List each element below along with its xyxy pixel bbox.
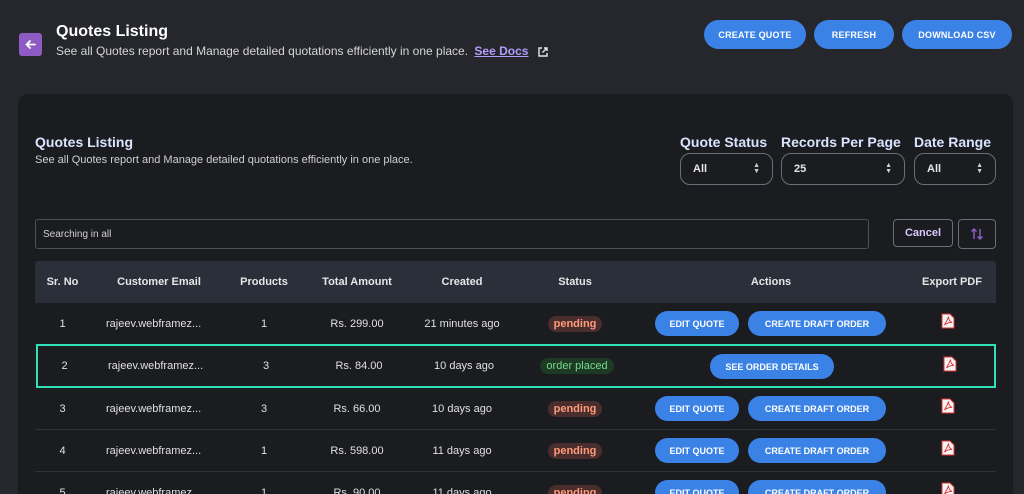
column-header[interactable]: Status (535, 261, 615, 303)
cell-amount: Rs. 84.00 (335, 360, 383, 372)
back-button[interactable] (19, 33, 42, 56)
table-row: 5 rajeev.webframez... 1 Rs. 90.00 11 day… (35, 472, 996, 494)
date-range-select[interactable]: All ▲ ▼ (914, 153, 996, 185)
section-title: Quotes Listing (35, 134, 133, 150)
status-badge: pending (547, 400, 603, 417)
cell-created: 10 days ago (432, 402, 492, 415)
date-range-label: Date Range (914, 134, 992, 150)
cell-email: rajeev.webframez... (106, 444, 202, 457)
cell-created: 11 days ago (432, 486, 492, 494)
cell-email: rajeev.webframez... (106, 317, 202, 330)
records-per-page-value: 25 (794, 163, 807, 175)
see-docs-link[interactable]: See Docs (474, 44, 528, 58)
edit-quote-button[interactable]: EDIT QUOTE (655, 438, 739, 463)
status-cell: order placed (527, 346, 627, 386)
status-cell: pending (525, 430, 625, 471)
section-subtitle: See all Quotes report and Manage detaile… (35, 154, 413, 166)
cell-created: 10 days ago (434, 360, 494, 372)
top-bar: Quotes Listing See all Quotes report and… (0, 0, 1024, 94)
table-header: Sr. No Customer Email Products Total Amo… (35, 261, 996, 303)
status-badge: pending (547, 442, 603, 459)
cell-sr-no: 3 (59, 402, 66, 415)
cell-created: 11 days ago (432, 444, 492, 457)
quote-status-select[interactable]: All ▲ ▼ (680, 153, 773, 185)
status-cell: pending (525, 303, 625, 344)
page-subtitle: See all Quotes report and Manage detaile… (56, 44, 549, 58)
records-per-page-label: Records Per Page (781, 134, 901, 150)
external-link-icon[interactable] (537, 46, 549, 58)
download-csv-button[interactable]: DOWNLOAD CSV (902, 20, 1012, 49)
pdf-icon[interactable] (941, 398, 955, 414)
page-title: Quotes Listing (56, 23, 168, 40)
see-order-details-button[interactable]: SEE ORDER DETAILS (710, 354, 834, 379)
cell-products: 1 (260, 486, 268, 494)
pdf-icon[interactable] (941, 482, 955, 494)
quotes-panel: Quotes Listing See all Quotes report and… (18, 94, 1013, 494)
table-row: 1 rajeev.webframez... 1 Rs. 299.00 21 mi… (35, 303, 996, 345)
arrow-left-icon (25, 40, 36, 49)
table-row: 3 rajeev.webframez... 3 Rs. 66.00 10 day… (35, 388, 996, 430)
status-badge: pending (547, 315, 603, 332)
edit-quote-button[interactable]: EDIT QUOTE (655, 311, 739, 336)
table-row: 4 rajeev.webframez... 1 Rs. 598.00 11 da… (35, 430, 996, 472)
select-arrows-icon: ▲ ▼ (885, 162, 892, 175)
create-draft-order-button[interactable]: CREATE DRAFT ORDER (748, 396, 886, 421)
column-header[interactable]: Total Amount (315, 261, 399, 303)
cell-sr-no: 2 (61, 360, 68, 372)
status-badge: order placed (540, 358, 614, 374)
cell-created: 21 minutes ago (424, 317, 500, 330)
column-header: Export PDF (922, 276, 982, 288)
cancel-button[interactable]: Cancel (893, 219, 953, 247)
column-header[interactable]: Products (233, 261, 295, 303)
search-input[interactable]: Searching in all (35, 219, 869, 249)
column-header[interactable]: Created (425, 261, 499, 303)
cell-products: 3 (260, 402, 268, 415)
status-cell: pending (525, 388, 625, 429)
cell-products: 3 (262, 360, 270, 372)
quote-status-value: All (693, 163, 708, 175)
date-range-value: All (927, 163, 942, 175)
edit-quote-button[interactable]: EDIT QUOTE (655, 396, 739, 421)
cell-products: 1 (260, 444, 268, 457)
create-draft-order-button[interactable]: CREATE DRAFT ORDER (748, 480, 886, 494)
select-arrows-icon: ▲ ▼ (976, 162, 983, 175)
create-draft-order-button[interactable]: CREATE DRAFT ORDER (748, 438, 886, 463)
table-row-highlighted: 2 rajeev.webframez... 3 Rs. 84.00 10 day… (36, 344, 996, 388)
status-cell: pending (525, 472, 625, 494)
cell-amount: Rs. 90.00 (333, 486, 381, 494)
status-badge: pending (547, 484, 603, 494)
create-quote-button[interactable]: CREATE QUOTE (704, 20, 806, 49)
column-header: Actions (750, 276, 792, 288)
edit-quote-button[interactable]: EDIT QUOTE (655, 480, 739, 494)
sort-icon (970, 227, 984, 241)
cell-sr-no: 1 (59, 317, 66, 330)
select-arrows-icon: ▲ ▼ (753, 162, 760, 175)
column-header[interactable]: Sr. No (35, 261, 90, 303)
pdf-icon[interactable] (943, 356, 957, 372)
cell-email: rajeev.webframez... (108, 360, 204, 372)
cell-email: rajeev.webframez... (106, 486, 202, 494)
refresh-button[interactable]: REFRESH (814, 20, 894, 49)
create-draft-order-button[interactable]: CREATE DRAFT ORDER (748, 311, 886, 336)
cell-sr-no: 4 (59, 444, 66, 457)
cell-amount: Rs. 299.00 (330, 317, 384, 330)
cell-email: rajeev.webframez... (106, 402, 202, 415)
cell-amount: Rs. 598.00 (330, 444, 384, 457)
pdf-icon[interactable] (941, 440, 955, 456)
cell-products: 1 (260, 317, 268, 330)
column-header[interactable]: Customer Email (105, 261, 213, 303)
records-per-page-select[interactable]: 25 ▲ ▼ (781, 153, 905, 185)
sort-button[interactable] (958, 219, 996, 249)
page-subtitle-text: See all Quotes report and Manage detaile… (56, 44, 469, 58)
pdf-icon[interactable] (941, 313, 955, 329)
cell-amount: Rs. 66.00 (333, 402, 381, 415)
cell-sr-no: 5 (59, 486, 66, 494)
quote-status-label: Quote Status (680, 134, 768, 150)
